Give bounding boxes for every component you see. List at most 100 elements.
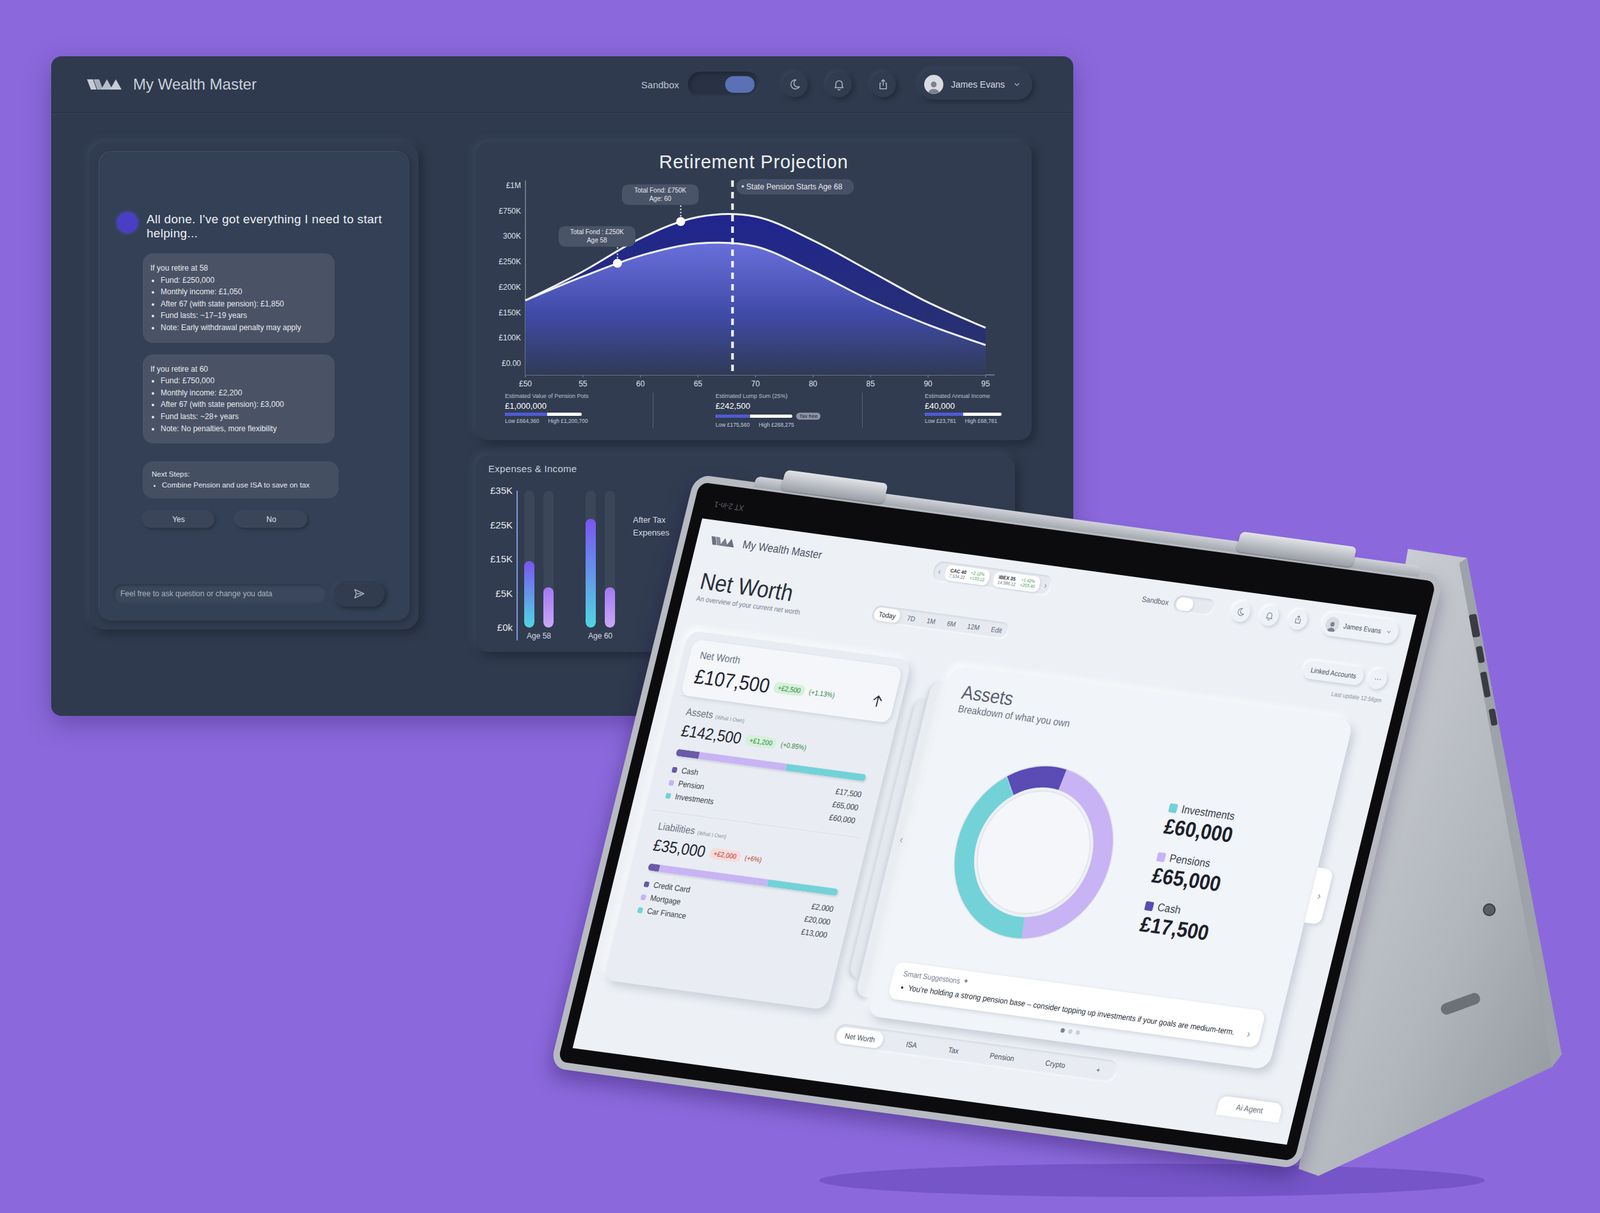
y-tick-label: £750K [498, 206, 521, 216]
section-tab[interactable]: Tax [938, 1040, 969, 1061]
theme-button[interactable] [1229, 600, 1253, 624]
ai-agent-button[interactable]: Ai Agent [1216, 1095, 1284, 1124]
section-tab[interactable]: Pension [979, 1046, 1024, 1069]
item-value: £20,000 [803, 914, 832, 928]
theme-button[interactable] [782, 71, 808, 98]
series-area [525, 213, 986, 376]
bar-track [604, 490, 616, 628]
answer-button[interactable]: Yes [142, 511, 215, 528]
ticker-delta: +203.40 [1019, 582, 1036, 590]
answer-button[interactable]: No [235, 511, 308, 528]
stat-high: High £68,781 [965, 417, 998, 425]
y-tick-label: £0k [497, 622, 513, 633]
period-option[interactable]: 12M [961, 618, 986, 635]
user-menu[interactable]: James Evans [1319, 611, 1401, 646]
marker-connector [680, 204, 682, 217]
x-tick-label: £50 [519, 379, 532, 389]
tablet-screen-frame: XT 2-in-1My Wealth Master‹CAC 407,534.22… [549, 474, 1444, 1170]
share-button[interactable] [1287, 608, 1311, 632]
period-option[interactable]: Today [872, 607, 902, 624]
section-tab[interactable]: Crypto [1035, 1053, 1076, 1075]
sparkle-icon: ✦ [961, 976, 971, 987]
laptop-shadow [819, 1164, 1485, 1198]
x-tick-mark [985, 375, 987, 378]
expenses-title: Expenses & Income [488, 463, 1003, 475]
item-value: £13,000 [800, 928, 829, 941]
item-name: Cash [680, 766, 699, 778]
stat: Estimated Lump Sum (25%)£242,500Tax free… [652, 392, 863, 429]
suggestion-row: You're holding a strong pension base – c… [898, 981, 1252, 1042]
section-tab[interactable]: + [1086, 1060, 1111, 1080]
main-row: Net Worth£107,500+£2,500(+1.13%)Assets(W… [589, 628, 1390, 1076]
liabilities-section: Liabilities(What I Own)£35,000+£2,000(+6… [624, 809, 861, 953]
ticker-card[interactable]: IBEX 3514,386.12+1.42%+203.40 [992, 570, 1042, 593]
ticker-next[interactable]: › [1043, 580, 1049, 592]
ticker-strip: ‹CAC 407,534.22+2.12%+133.12IBEX 3514,38… [931, 560, 1054, 598]
logo-icon [709, 535, 739, 550]
stat-value: £1,000,000 [504, 401, 653, 411]
notifications-button[interactable] [826, 71, 852, 98]
period-option[interactable]: 7D [901, 611, 921, 627]
next-step-item: Combine Pension and use ISA to save on t… [161, 480, 330, 491]
item-value: £65,000 [831, 800, 860, 813]
bell-icon [1264, 610, 1276, 623]
legend-swatch [1144, 901, 1155, 912]
user-menu[interactable]: James Evans [918, 69, 1033, 100]
next-suggestion-button[interactable]: › [1245, 1027, 1252, 1042]
series-line [525, 242, 986, 345]
stat-label: Estimated Value of Pension Pots [504, 392, 653, 400]
x-tick-mark [928, 375, 929, 378]
scenario-item: After 67 (with state pension): £1,850 [160, 298, 328, 311]
donut-segment [941, 759, 1126, 946]
ticker-card[interactable]: CAC 407,534.22+2.12%+133.12 [943, 564, 992, 586]
breakdown-bar [675, 748, 866, 782]
page-dot[interactable] [1059, 1028, 1065, 1034]
ticker-prev[interactable]: ‹ [936, 565, 943, 577]
stat-range: Low £23,781High £68,781 [924, 417, 1019, 425]
brand-name: My Wealth Master [741, 538, 824, 562]
notifications-button[interactable] [1258, 604, 1282, 628]
bar-segment [785, 764, 867, 783]
assets-body: Investments£60,000Pensions£65,000Cash£17… [896, 714, 1327, 1012]
projection-title: Retirement Projection [488, 151, 1019, 174]
share-icon [876, 78, 890, 91]
x-tick-label: 85 [866, 379, 876, 389]
next-steps-title: Next Steps: [151, 469, 330, 480]
sandbox-toggle[interactable] [1171, 594, 1216, 617]
x-tick-mark [525, 375, 527, 378]
more-button[interactable]: ··· [1366, 668, 1390, 691]
item-name: Car Finance [645, 906, 687, 921]
share-button[interactable] [870, 71, 896, 98]
change-percent: (+1.13%) [808, 688, 836, 700]
scenario-item: Fund: £250,000 [160, 274, 328, 287]
chat-input[interactable] [112, 584, 326, 604]
scenario-item: Note: Early withdrawal penalty may apply [160, 321, 328, 335]
send-button[interactable] [333, 581, 385, 607]
expenses-plot: Age 58Age 60 [516, 490, 628, 641]
account-buttons: Linked Accounts··· [1301, 659, 1389, 691]
period-option[interactable]: 1M [920, 613, 942, 630]
section-tab[interactable]: Net Worth [835, 1026, 886, 1050]
tablet-header: My Wealth Master ‹CAC 407,534.22+2.12%+13… [692, 518, 1417, 656]
period-option[interactable]: Edit [984, 622, 1008, 638]
marker-sub: Age: 60 [648, 195, 672, 203]
section-value: £107,500 [692, 664, 773, 698]
scenario-bubble: If you retire at 58Fund: £250,000Monthly… [142, 253, 335, 344]
scenario-list: Fund: £250,000Monthly income: £1,050Afte… [150, 274, 328, 335]
page-dot[interactable] [1067, 1029, 1073, 1035]
period-option[interactable]: 6M [940, 616, 962, 632]
y-tick-label: £35K [490, 485, 513, 496]
section-tab[interactable]: ISA [896, 1034, 927, 1055]
sandbox-toggle[interactable] [688, 71, 760, 98]
page-dot[interactable] [1075, 1030, 1081, 1036]
sandbox-label: Sandbox [1141, 594, 1170, 607]
scenario-list: Fund: £750,000Monthly income: £2,200Afte… [150, 375, 328, 435]
linked-accounts-button[interactable]: Linked Accounts [1301, 660, 1366, 687]
answer-buttons: Yes No [142, 511, 396, 528]
previous-card-button[interactable]: ‹ [897, 833, 905, 847]
suggestions-title: Smart Suggestions [902, 968, 962, 985]
stat: Estimated Value of Pension Pots£1,000,00… [504, 392, 653, 429]
stat-range: Low £664,360High £1,200,700 [504, 417, 653, 425]
series-area [525, 242, 986, 376]
color-dot [637, 907, 644, 914]
